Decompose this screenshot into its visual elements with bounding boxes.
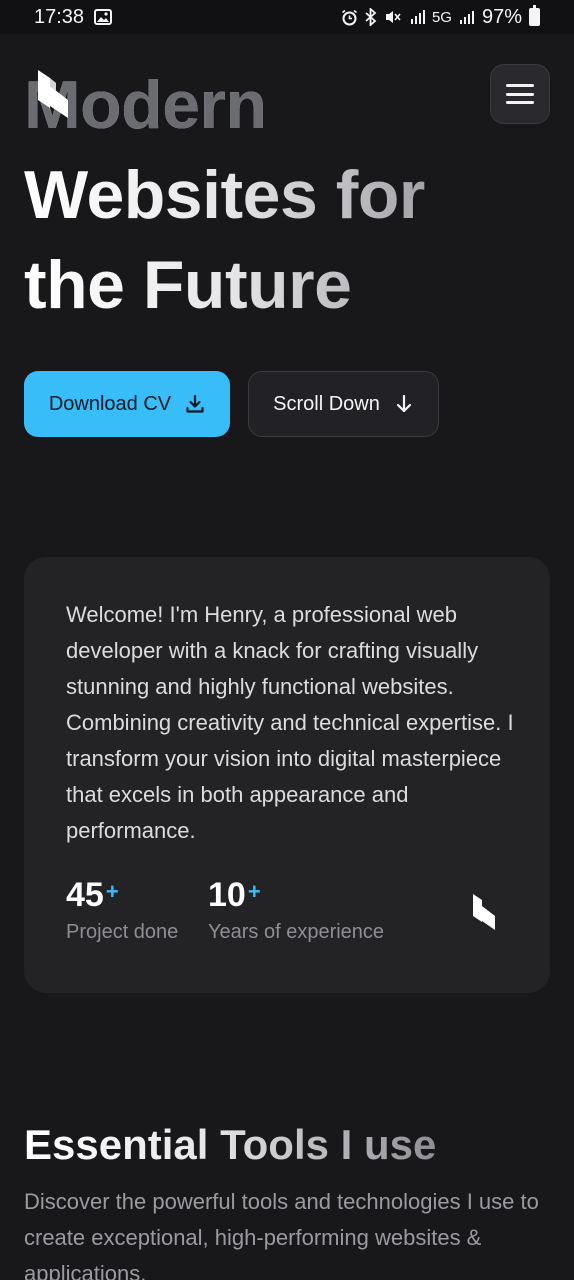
hero-title-line-1: Modern xyxy=(24,60,484,150)
stat-experience-suffix: + xyxy=(247,879,261,904)
hamburger-icon xyxy=(506,84,534,104)
bluetooth-icon xyxy=(365,8,377,26)
about-card: Welcome! I'm Henry, a professional web d… xyxy=(24,557,550,993)
page: Modern Websites for the Future Download … xyxy=(0,34,574,1280)
status-left: 17:38 xyxy=(34,5,113,29)
hero-title: Modern Websites for the Future xyxy=(24,60,484,330)
stat-experience: 10 + Years of experience xyxy=(208,875,384,944)
gallery-notification-icon xyxy=(94,9,113,25)
logo-icon[interactable] xyxy=(36,68,70,120)
signal-icon xyxy=(459,11,474,24)
alarm-icon xyxy=(341,9,357,25)
hero-title-line-2: Websites for xyxy=(24,157,425,233)
stat-projects-value: 45 xyxy=(66,876,104,914)
download-cv-label: Download CV xyxy=(48,392,172,415)
stat-experience-label: Years of experience xyxy=(208,921,385,943)
battery-icon xyxy=(529,5,540,26)
status-bar: 17:38 5G 97% xyxy=(0,0,574,34)
status-time: 17:38 xyxy=(34,5,85,28)
hero-title-line-3: the Future xyxy=(24,247,352,323)
menu-button[interactable] xyxy=(490,64,550,124)
battery-percent: 97% xyxy=(481,5,522,28)
stat-projects-suffix: + xyxy=(105,879,119,904)
wifi-calling-icon xyxy=(410,10,425,24)
tools-description: Discover the powerful tools and technolo… xyxy=(24,1189,539,1280)
scroll-down-button[interactable]: Scroll Down xyxy=(248,371,439,437)
stat-projects-label: Project done xyxy=(66,921,179,943)
card-logo-icon xyxy=(473,894,495,930)
stat-experience-value: 10 xyxy=(208,876,246,914)
mute-icon xyxy=(385,11,401,23)
scroll-down-label: Scroll Down xyxy=(273,392,380,415)
stat-projects: 45 + Project done xyxy=(66,875,178,944)
about-text: Welcome! I'm Henry, a professional web d… xyxy=(66,602,514,843)
status-right: 5G 97% xyxy=(341,5,540,29)
arrow-down-icon xyxy=(396,394,411,413)
download-cv-button[interactable]: Download CV xyxy=(24,371,230,437)
tools-title: Essential Tools I use xyxy=(24,1118,436,1172)
network-type: 5G xyxy=(431,8,452,26)
download-icon xyxy=(186,394,204,413)
